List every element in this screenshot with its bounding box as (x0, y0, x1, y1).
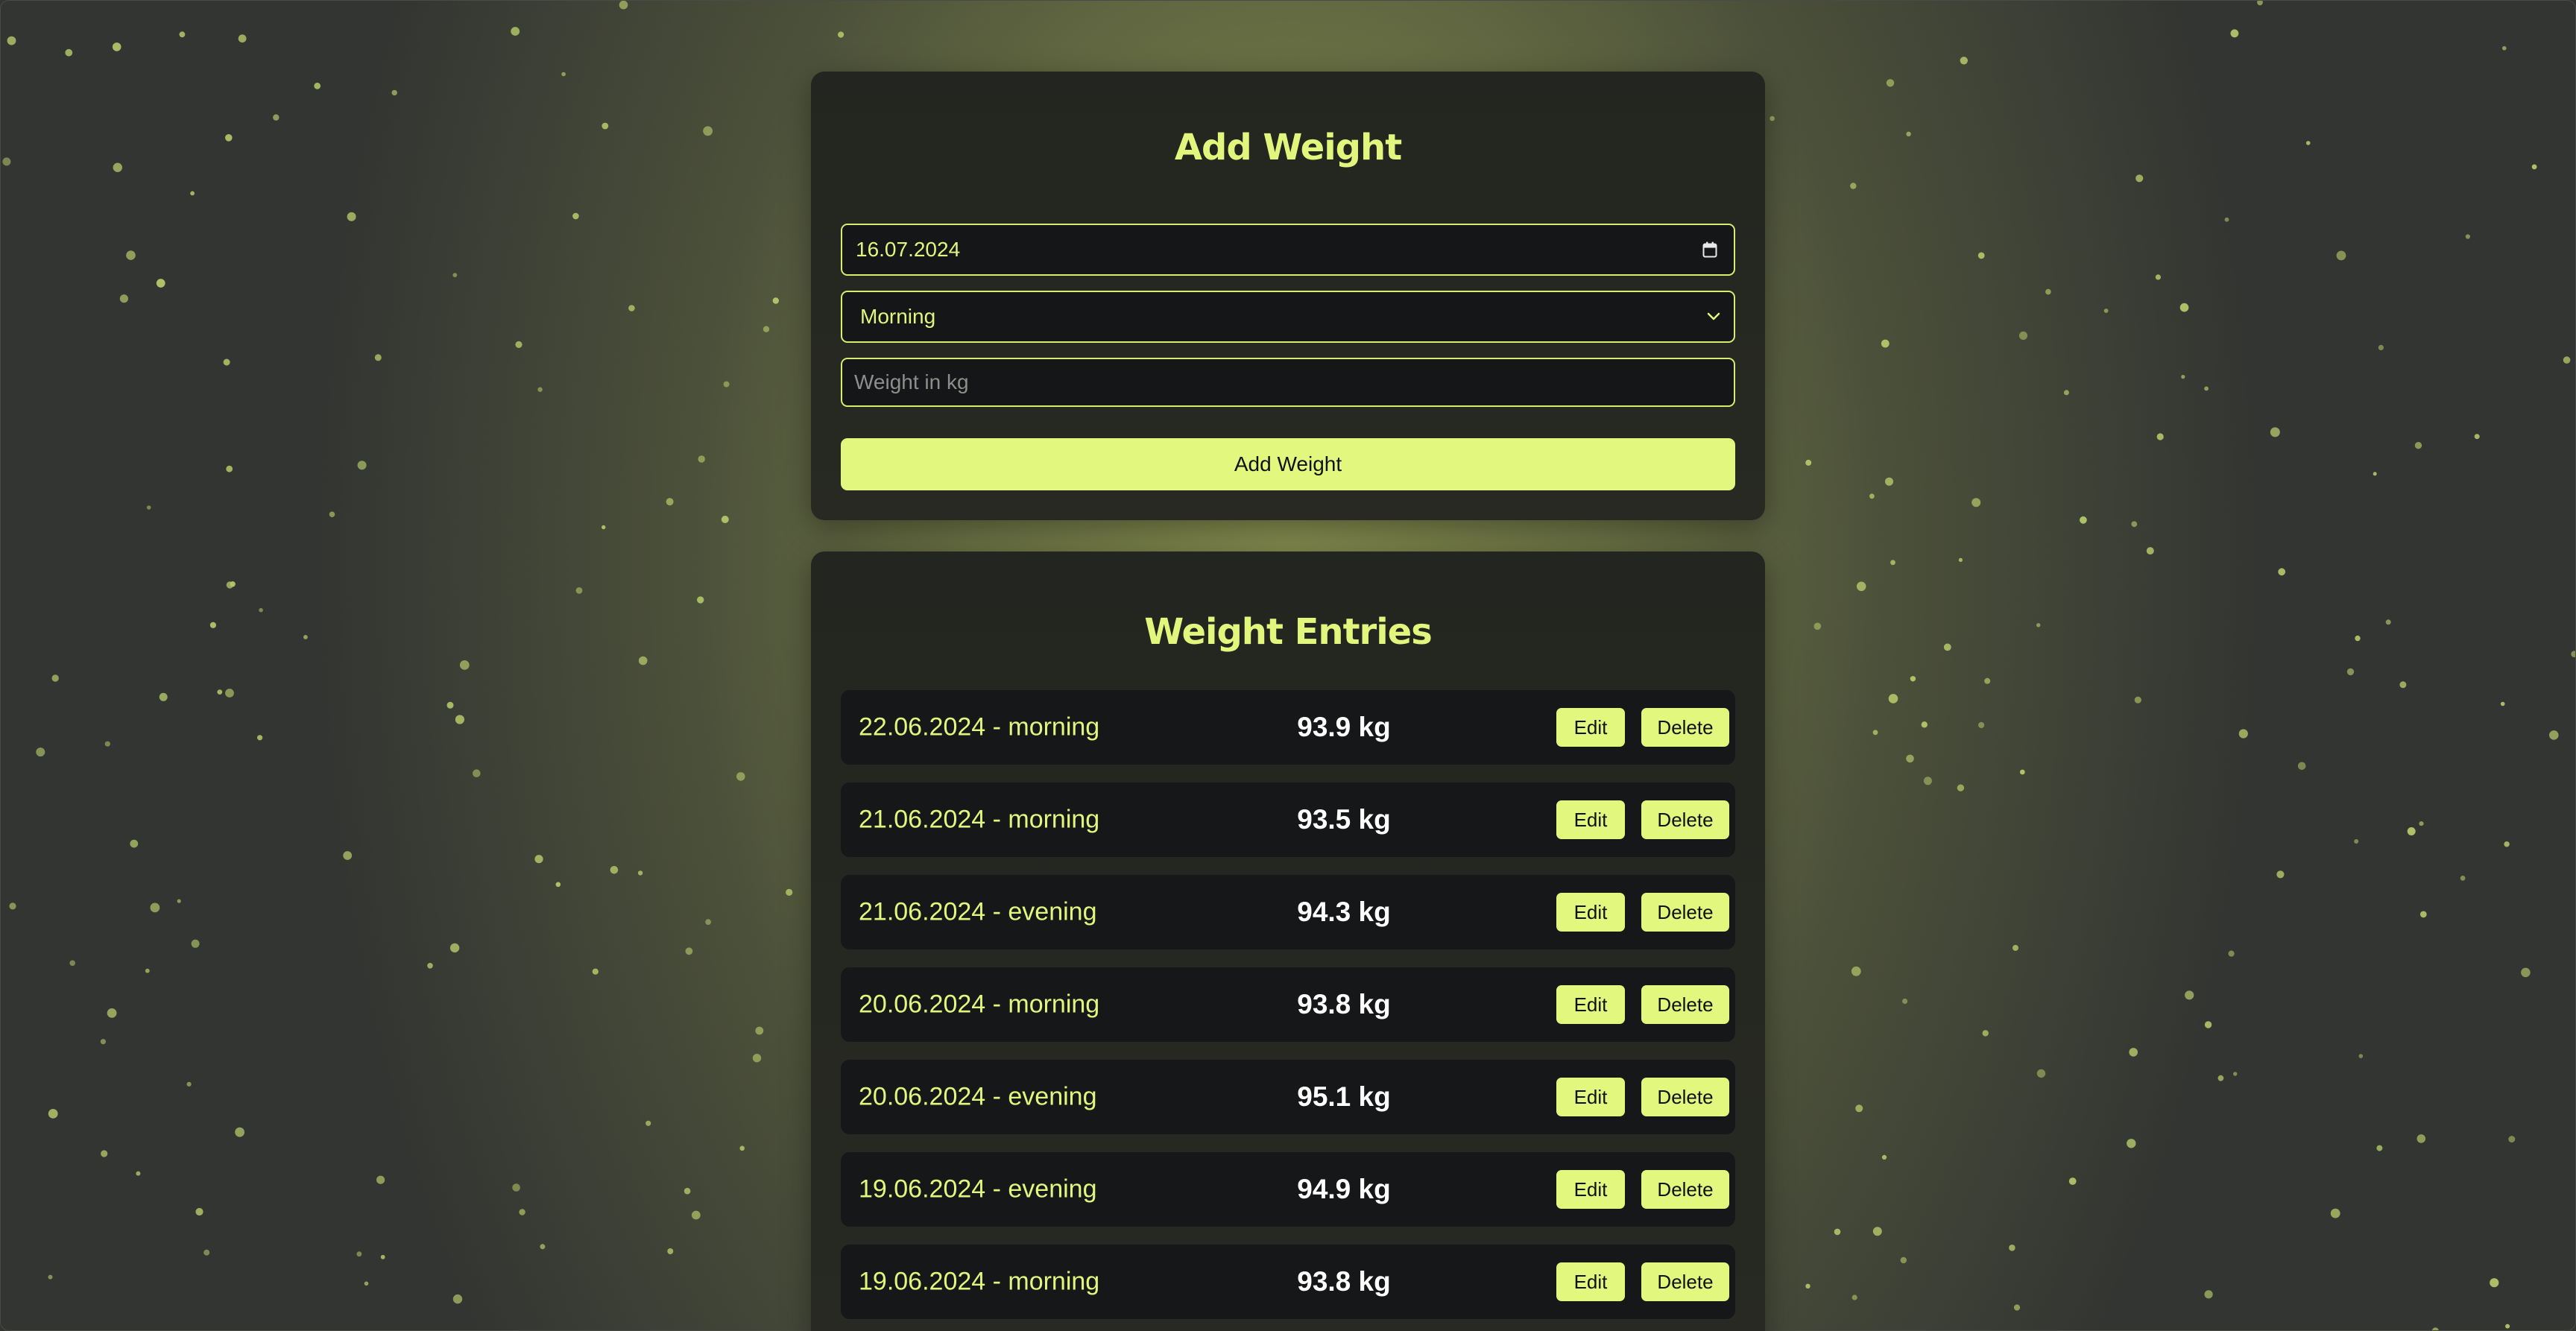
entry-weight-value: 93.9 kg (1297, 712, 1391, 742)
chevron-down-icon (1707, 312, 1720, 320)
date-input[interactable]: 16.07.2024 (841, 224, 1735, 276)
weight-entries-card: Weight Entries 22.06.2024 - morning 93.9 … (811, 551, 1765, 1331)
entry-row: 21.06.2024 - evening 94.3 kg Edit Delete (841, 875, 1735, 949)
entry-weight-value: 93.8 kg (1297, 1266, 1391, 1297)
entry-weight-value: 94.9 kg (1297, 1174, 1391, 1204)
delete-button[interactable]: Delete (1641, 1170, 1729, 1209)
weight-entries-title: Weight Entries (1144, 611, 1433, 653)
edit-button[interactable]: Edit (1556, 800, 1625, 839)
entry-row: 22.06.2024 - morning 93.9 kg Edit Delete (841, 690, 1735, 765)
time-of-day-select[interactable]: Morning (841, 291, 1735, 343)
edit-button[interactable]: Edit (1556, 1078, 1625, 1116)
edit-button[interactable]: Edit (1556, 1262, 1625, 1301)
entry-weight-value: 93.5 kg (1297, 804, 1391, 835)
entry-row: 21.06.2024 - morning 93.5 kg Edit Delete (841, 783, 1735, 857)
add-weight-title: Add Weight (1174, 127, 1402, 168)
entry-date-label: 21.06.2024 - evening (859, 897, 1097, 926)
delete-button[interactable]: Delete (1641, 708, 1729, 747)
weight-input[interactable] (842, 359, 1734, 405)
entry-date-label: 20.06.2024 - evening (859, 1082, 1097, 1111)
edit-button[interactable]: Edit (1556, 893, 1625, 932)
delete-button[interactable]: Delete (1641, 1078, 1729, 1116)
entry-row: 20.06.2024 - evening 95.1 kg Edit Delete (841, 1060, 1735, 1134)
delete-button[interactable]: Delete (1641, 985, 1729, 1024)
entry-weight-value: 94.3 kg (1297, 897, 1391, 927)
entry-weight-value: 95.1 kg (1297, 1081, 1391, 1112)
entry-date-label: 20.06.2024 - morning (859, 990, 1100, 1019)
entry-date-label: 19.06.2024 - evening (859, 1174, 1097, 1204)
delete-button[interactable]: Delete (1641, 800, 1729, 839)
entry-date-label: 22.06.2024 - morning (859, 712, 1100, 742)
edit-button[interactable]: Edit (1556, 985, 1625, 1024)
entry-row: 20.06.2024 - morning 93.8 kg Edit Delete (841, 967, 1735, 1042)
edit-button[interactable]: Edit (1556, 708, 1625, 747)
time-of-day-selected-value: Morning (860, 305, 936, 328)
add-weight-card: Add Weight 16.07.2024 Morning Add Weight (811, 72, 1765, 520)
entry-row: 19.06.2024 - evening 94.9 kg Edit Delete (841, 1152, 1735, 1227)
calendar-icon[interactable] (1702, 241, 1717, 258)
delete-button[interactable]: Delete (1641, 893, 1729, 932)
edit-button[interactable]: Edit (1556, 1170, 1625, 1209)
weight-field (841, 358, 1735, 407)
entry-date-label: 19.06.2024 - morning (859, 1267, 1100, 1296)
date-value: 16.07.2024 (856, 238, 961, 261)
delete-button[interactable]: Delete (1641, 1262, 1729, 1301)
entry-row: 19.06.2024 - morning 93.8 kg Edit Delete (841, 1245, 1735, 1319)
add-weight-button[interactable]: Add Weight (841, 438, 1735, 490)
entry-weight-value: 93.8 kg (1297, 989, 1391, 1019)
entry-date-label: 21.06.2024 - morning (859, 805, 1100, 834)
